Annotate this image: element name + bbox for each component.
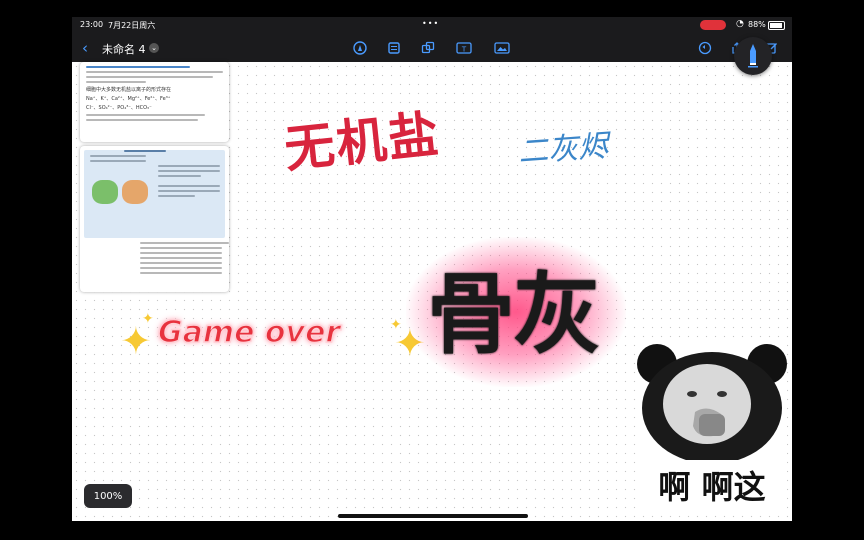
document-title[interactable]: 未命名 4 [102, 41, 146, 57]
back-chevron-icon[interactable]: ‹ [76, 39, 94, 57]
textbook-page-card[interactable] [80, 146, 229, 292]
pen-tool-icon[interactable] [351, 39, 369, 57]
plant-diagram-deficient [122, 180, 148, 204]
image-icon[interactable] [493, 39, 511, 57]
plant-diagram-healthy [92, 180, 118, 204]
textbook-figure-panel [84, 150, 225, 238]
undo-icon[interactable] [696, 39, 714, 57]
ash-headline[interactable]: 骨灰 [427, 244, 601, 371]
multitask-dots-icon[interactable]: ••• [422, 19, 439, 28]
status-bar: 23:00 7月22日周六 ••• ◔ 88% [72, 17, 792, 34]
battery-icon [768, 21, 785, 30]
notebook-icon[interactable] [385, 39, 403, 57]
pen-icon [748, 44, 758, 68]
home-indicator[interactable] [338, 514, 528, 518]
textbook-paragraph: 细胞中大多数无机盐以离子的形式存在 [86, 87, 172, 93]
wifi-icon: ◔ [736, 19, 744, 29]
sparkle-left-icon: ✦ [120, 319, 152, 363]
game-over-sticker[interactable]: Game over [157, 314, 341, 351]
status-time: 23:00 [80, 20, 104, 29]
meme-caption: 啊 啊这 [658, 468, 766, 506]
textbook-ions-line: Na⁺、K⁺、Ca²⁺、Mg²⁺、Fe²⁺、Fe³⁺ [86, 96, 171, 102]
note-canvas[interactable]: 细胞中大多数无机盐以离子的形式存在 Na⁺、K⁺、Ca²⁺、Mg²⁺、Fe²⁺、… [72, 62, 792, 521]
status-date: 7月22日周六 [108, 21, 156, 30]
textbook-anions-line: Cl⁻、SO₄²⁻、PO₄³⁻、HCO₃⁻ [86, 105, 152, 111]
shapes-icon[interactable] [419, 39, 437, 57]
textbook-excerpt-card[interactable]: 细胞中大多数无机盐以离子的形式存在 Na⁺、K⁺、Ca²⁺、Mg²⁺、Fe²⁺、… [80, 62, 229, 142]
screen: 23:00 7月22日周六 ••• ◔ 88% ‹ 未命名 4 ⌄ T 细胞中大… [72, 17, 792, 521]
handwritten-title[interactable]: 无机盐 [281, 94, 444, 182]
sparkle-small-right-icon: ✦ [390, 317, 402, 333]
status-battery: 88% [748, 20, 766, 29]
floating-pen-button[interactable] [734, 37, 772, 75]
svg-text:T: T [461, 46, 467, 54]
top-toolbar: ‹ 未命名 4 ⌄ T [72, 34, 792, 62]
title-dropdown-icon[interactable]: ⌄ [149, 43, 159, 53]
record-icon [700, 20, 726, 30]
text-box-icon[interactable]: T [455, 39, 473, 57]
sparkle-small-left-icon: ✦ [142, 311, 154, 327]
zoom-level-badge[interactable]: 100% [84, 484, 132, 508]
panda-meme-face [637, 342, 787, 464]
panda-meme-sticker[interactable]: 啊 啊这 [637, 342, 787, 510]
handwritten-note[interactable]: 二灰烬 [517, 121, 610, 171]
